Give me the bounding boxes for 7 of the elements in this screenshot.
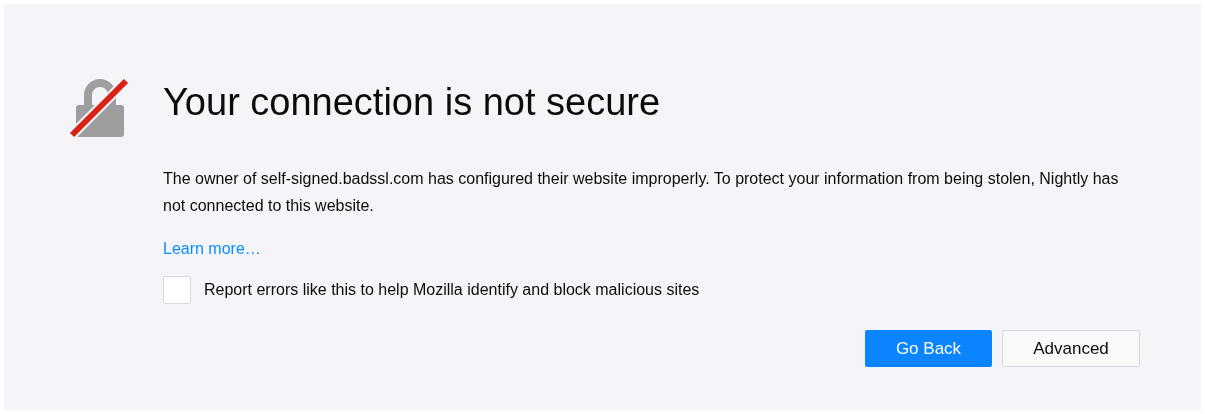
- report-checkbox-label: Report errors like this to help Mozilla identify and block malicious sites: [204, 280, 700, 300]
- report-checkbox[interactable]: [163, 276, 191, 304]
- learn-more-link[interactable]: Learn more…: [163, 237, 261, 261]
- go-back-button[interactable]: Go Back: [865, 330, 992, 367]
- advanced-button[interactable]: Advanced: [1002, 330, 1140, 367]
- error-description: The owner of self-signed.badssl.com has configured their website improperly. To protect your information from being stolen, Nightly has not connected to this website.: [163, 169, 1120, 216]
- page-title: Your connection is not secure: [163, 80, 662, 125]
